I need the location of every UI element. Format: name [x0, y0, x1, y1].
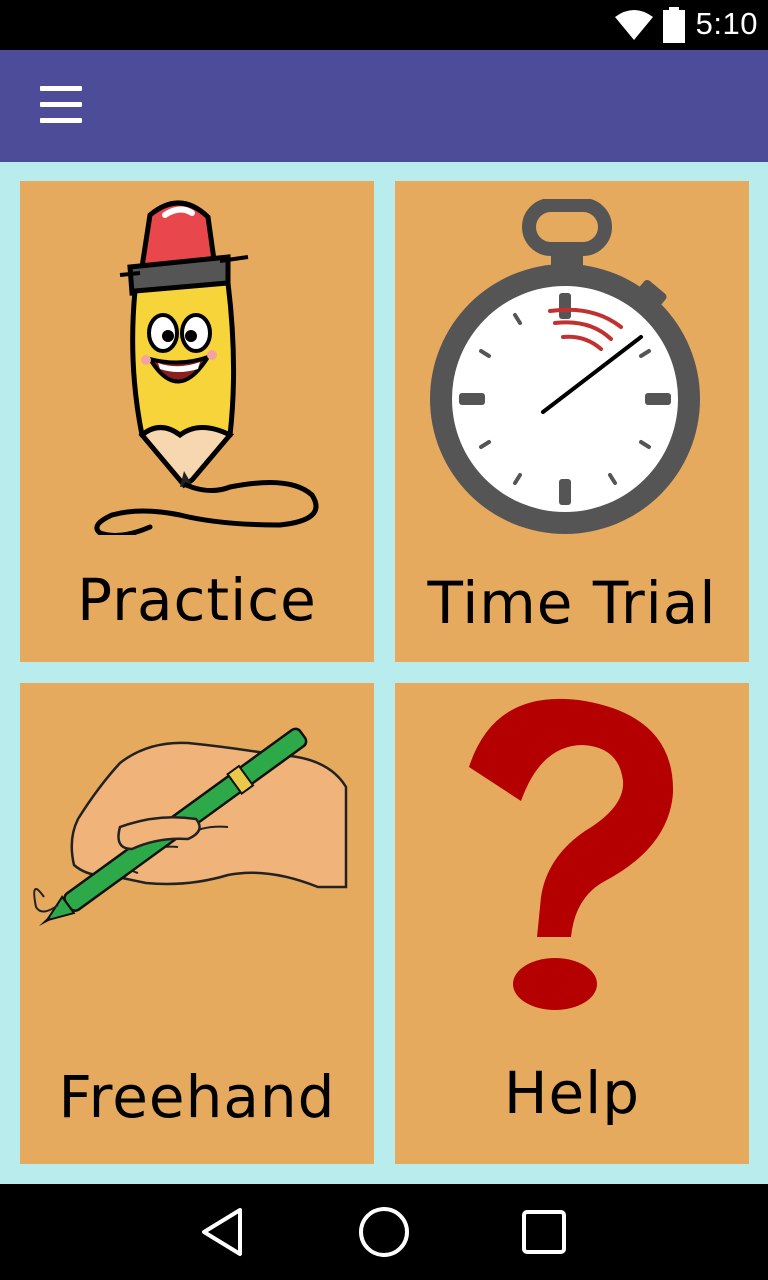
status-time: 5:10: [695, 6, 758, 41]
time-trial-label: Time Trial: [427, 569, 717, 637]
practice-tile[interactable]: Practice: [20, 181, 374, 662]
freehand-tile[interactable]: Freehand: [20, 683, 374, 1164]
home-icon[interactable]: [357, 1205, 411, 1259]
help-label: Help: [503, 1059, 641, 1127]
status-bar: 5:10: [0, 0, 768, 50]
app-bar: [0, 50, 768, 162]
wifi-icon: [615, 10, 653, 40]
question-mark-icon: [469, 698, 674, 1010]
time-trial-tile[interactable]: Time Trial: [395, 181, 749, 662]
navigation-bar: [0, 1184, 768, 1280]
recents-icon[interactable]: [520, 1208, 568, 1256]
battery-icon: [663, 7, 685, 43]
pencil-character-icon: [94, 200, 319, 535]
help-tile[interactable]: Help: [395, 683, 749, 1164]
freehand-label: Freehand: [58, 1063, 336, 1131]
stopwatch-icon: [430, 199, 700, 534]
practice-label: Practice: [77, 566, 317, 634]
back-icon[interactable]: [198, 1204, 248, 1260]
hamburger-menu-icon[interactable]: [40, 86, 82, 126]
hand-writing-icon: [33, 727, 348, 927]
